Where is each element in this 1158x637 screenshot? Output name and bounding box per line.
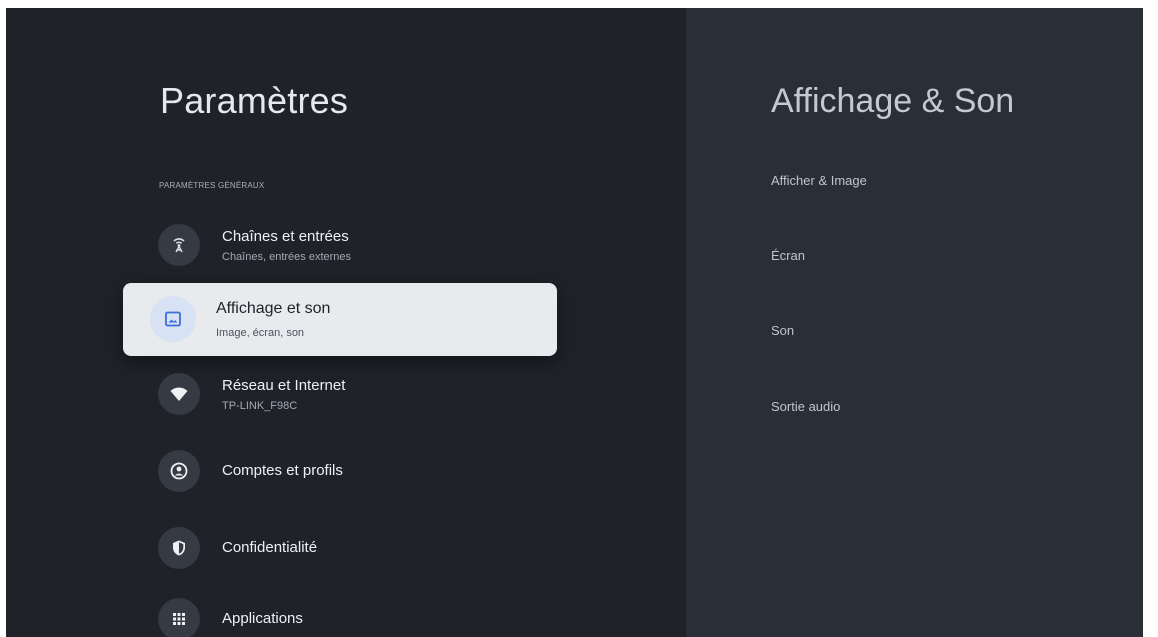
shield-icon [158,527,200,569]
page-title: Paramètres [160,80,349,121]
menu-item-applications[interactable]: Applications [156,593,556,637]
apps-grid-icon [158,598,200,637]
menu-item-subtitle: Chaînes, entrées externes [222,251,352,263]
menu-item-display-sound[interactable]: Affichage et son Image, écran, son [123,283,557,356]
menu-item-accounts-profiles[interactable]: Comptes et profils [156,445,556,497]
menu-item-subtitle: TP-LINK_F98C [222,400,298,412]
account-icon [158,450,200,492]
menu-item-title: Affichage et son [216,300,331,317]
menu-item-title: Réseau et Internet [222,377,346,394]
menu-item-channels-inputs[interactable]: Chaînes et entrées Chaînes, entrées exte… [156,219,556,271]
menu-item-title: Applications [222,610,303,627]
wifi-icon [158,373,200,415]
antenna-icon [158,224,200,266]
detail-title: Affichage & Son [771,82,1015,120]
menu-item-title: Confidentialité [222,539,318,556]
detail-item-audio-output[interactable]: Sortie audio [771,399,840,414]
section-label: PARAMÈTRES GÉNÉRAUX [159,181,265,190]
display-image-icon [150,296,196,342]
detail-item-sound[interactable]: Son [771,323,794,338]
tv-settings-screen: Paramètres PARAMÈTRES GÉNÉRAUX Chaînes e… [6,8,1143,637]
menu-item-title: Chaînes et entrées [222,228,349,245]
menu-item-title: Comptes et profils [222,462,343,479]
detail-item-screen[interactable]: Écran [771,248,805,263]
menu-item-privacy[interactable]: Confidentialité [156,522,556,574]
detail-item-display-image[interactable]: Afficher & Image [771,173,867,188]
menu-item-network-internet[interactable]: Réseau et Internet TP-LINK_F98C [156,368,556,420]
menu-item-subtitle: Image, écran, son [216,327,305,339]
